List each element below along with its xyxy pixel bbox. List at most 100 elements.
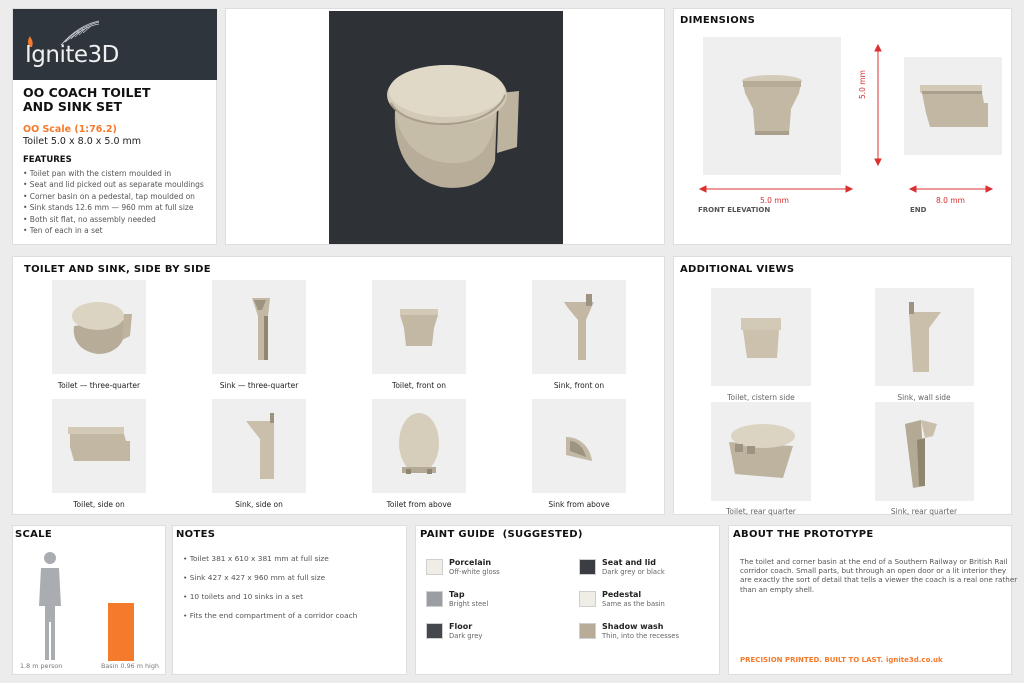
brand-name[interactable]: Ignite3D xyxy=(25,42,119,68)
paint-desc-tap: Bright steel xyxy=(449,600,489,608)
toilet-from-above-icon xyxy=(399,413,439,474)
paint-name-seat-and-lid: Seat and lid xyxy=(602,558,657,567)
product-title-line1: OO COACH TOILET xyxy=(23,85,151,100)
toilet-render-icon xyxy=(387,65,519,188)
toilet-cistern-side-image[interactable] xyxy=(711,288,811,386)
feature-item: • Both sit flat, no assembly needed xyxy=(23,214,156,224)
hero-panel xyxy=(225,8,665,245)
person-silhouette-icon xyxy=(39,552,61,660)
product-title: OO COACH TOILET AND SINK SET xyxy=(23,86,151,114)
sink-from-above-image[interactable] xyxy=(532,399,626,493)
swatch-porcelain xyxy=(426,559,443,575)
sink-wall-side-image[interactable] xyxy=(875,288,974,386)
basin-scale-label: Basin 0.96 m high xyxy=(101,662,159,670)
sink-front-on-image[interactable] xyxy=(532,280,626,374)
caption-toilet-side-on: Toilet, side on xyxy=(73,500,125,509)
sink-three-quarter-icon xyxy=(252,298,270,360)
width-dimension-label: 5.0 mm xyxy=(760,196,789,205)
scale-panel: SCALE 1.8 m person Basin 0.96 m high xyxy=(12,525,166,675)
paint-name-porcelain: Porcelain xyxy=(449,558,492,567)
basin-scale-bar xyxy=(108,603,134,661)
about-panel: ABOUT THE PROTOTYPE The toilet and corne… xyxy=(728,525,1017,675)
toilet-three-quarter-image[interactable] xyxy=(52,280,146,374)
paint-name-pedestal: Pedestal xyxy=(602,590,642,599)
toilet-cistern-side-icon xyxy=(741,318,781,358)
side-by-side-panel: TOILET AND SINK, SIDE BY SIDE Toilet — t… xyxy=(12,256,665,515)
sink-side-on-image[interactable] xyxy=(212,399,306,493)
caption-sink-side-on: Sink, side on xyxy=(235,500,283,509)
caption-toilet-three-quarter: Toilet — three-quarter xyxy=(57,381,141,390)
end-elevation-image[interactable] xyxy=(904,57,1002,155)
brand-header: Ignite3D xyxy=(13,9,217,80)
sink-front-on-icon xyxy=(564,294,594,360)
paint-desc-porcelain: Off-white gloss xyxy=(449,568,500,576)
swatch-floor xyxy=(426,623,443,639)
sink-side-on-icon xyxy=(246,413,274,479)
paint-guide-panel: PAINT GUIDE (SUGGESTED) Porcelain Off-wh… xyxy=(415,525,720,675)
feature-item: • Toilet pan with the cistern moulded in xyxy=(23,169,172,178)
note-item: • Sink 427 x 427 x 960 mm at full size xyxy=(183,573,326,582)
sink-from-above-icon xyxy=(566,437,592,461)
toilet-rear-quarter-image[interactable] xyxy=(711,402,811,501)
swatch-shadow-wash xyxy=(579,623,596,639)
toilet-from-above-image[interactable] xyxy=(372,399,466,493)
caption-sink-wall-side: Sink, wall side xyxy=(897,393,951,402)
feature-item: • Ten of each in a set xyxy=(23,226,103,236)
toilet-end-icon xyxy=(920,85,988,127)
caption-sink-front-on: Sink, front on xyxy=(553,381,605,390)
feature-item: • Seat and lid picked out as separate mo… xyxy=(23,180,204,190)
paint-desc-seat-and-lid: Dark grey or black xyxy=(602,568,665,576)
product-scale: OO Scale (1:76.2) xyxy=(23,124,117,135)
website-link[interactable]: ignite3d.co.uk xyxy=(886,656,943,664)
sink-wall-side-icon xyxy=(909,302,941,372)
paint-desc-floor: Dark grey xyxy=(449,632,483,640)
feature-item: • Sink stands 12.6 mm — 960 mm at full s… xyxy=(23,203,194,213)
note-item: • 10 toilets and 10 sinks in a set xyxy=(183,592,303,601)
toilet-side-on-icon xyxy=(68,427,130,461)
front-elevation-label: FRONT ELEVATION xyxy=(698,206,771,214)
features-heading: FEATURES xyxy=(23,155,72,165)
toilet-side-on-image[interactable] xyxy=(52,399,146,493)
notes-panel: NOTES • Toilet 381 x 610 x 381 mm at ful… xyxy=(172,525,407,675)
paint-guide-heading: PAINT GUIDE (SUGGESTED) xyxy=(420,529,583,540)
swatch-seat-and-lid xyxy=(579,559,596,575)
product-size: Toilet 5.0 x 8.0 x 5.0 mm xyxy=(23,136,142,147)
dimensions-panel: DIMENSIONS 5.0 mm 5.0 mm 8.0 mm FRONT EL… xyxy=(673,8,1012,245)
depth-dimension-label: 8.0 mm xyxy=(936,196,965,205)
caption-sink-three-quarter: Sink — three-quarter xyxy=(219,381,299,390)
about-body: The toilet and corner basin at the end o… xyxy=(740,557,1018,594)
toilet-three-quarter-icon xyxy=(72,302,132,354)
hero-image[interactable] xyxy=(329,11,563,244)
features-list: • Toilet pan with the cistern moulded in… xyxy=(23,168,216,236)
notes-heading: NOTES xyxy=(176,529,216,540)
swatch-pedestal xyxy=(579,591,596,607)
person-scale-label: 1.8 m person xyxy=(20,662,63,670)
additional-views-panel: ADDITIONAL VIEWS Toilet, cistern side Si… xyxy=(673,256,1012,516)
paint-desc-pedestal: Same as the basin xyxy=(602,600,665,608)
toilet-front-on-icon xyxy=(400,309,438,346)
caption-toilet-front-on: Toilet, front on xyxy=(392,381,446,390)
feature-item: • Corner basin on a pedestal, tap moulde… xyxy=(23,191,195,201)
toilet-front-on-image[interactable] xyxy=(372,280,466,374)
end-elevation-label: END xyxy=(910,206,927,214)
caption-sink-rear-quarter: Sink, rear quarter xyxy=(890,507,958,516)
note-item: • Toilet 381 x 610 x 381 mm at full size xyxy=(183,554,329,563)
sink-three-quarter-image[interactable] xyxy=(212,280,306,374)
caption-toilet-cistern-side: Toilet, cistern side xyxy=(727,393,795,402)
sink-rear-quarter-image[interactable] xyxy=(875,402,974,501)
paint-name-shadow-wash: Shadow wash xyxy=(602,622,664,631)
product-title-line2: AND SINK SET xyxy=(23,99,123,114)
height-dimension-label: 5.0 mm xyxy=(858,70,867,99)
paint-desc-shadow-wash: Thin, into the recesses xyxy=(602,632,680,640)
note-item: • Fits the end compartment of a corridor… xyxy=(183,611,358,620)
about-tagline: PRECISION PRINTED. BUILT TO LAST. xyxy=(740,656,883,664)
swatch-tap xyxy=(426,591,443,607)
paint-name-tap: Tap xyxy=(449,590,465,599)
caption-sink-from-above: Sink from above xyxy=(548,500,610,509)
sink-rear-quarter-icon xyxy=(905,420,937,488)
side-by-side-heading: TOILET AND SINK, SIDE BY SIDE xyxy=(24,264,211,275)
additional-views-heading: ADDITIONAL VIEWS xyxy=(680,264,795,275)
caption-toilet-from-above: Toilet from above xyxy=(386,500,452,509)
about-heading: ABOUT THE PROTOTYPE xyxy=(733,529,874,540)
product-info-panel: Ignite3D OO COACH TOILET AND SINK SET OO… xyxy=(12,8,217,245)
